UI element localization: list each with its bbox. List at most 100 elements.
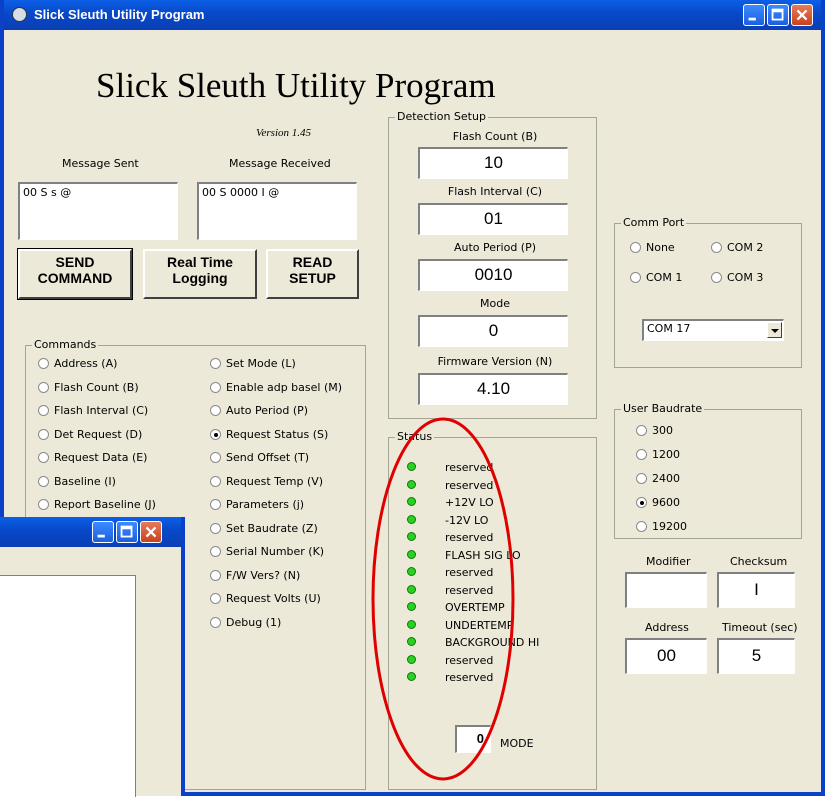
radio-icon[interactable] — [210, 475, 221, 487]
chevron-down-icon[interactable] — [767, 322, 782, 338]
command-radio-left-0[interactable]: Address (A) — [38, 357, 117, 373]
auto-period-field[interactable]: 0010 — [418, 259, 568, 291]
radio-icon[interactable] — [210, 358, 221, 369]
command-radio-right-10-label: Request Volts (U) — [226, 592, 321, 605]
radio-icon[interactable] — [38, 428, 49, 440]
radio-icon[interactable] — [210, 546, 221, 557]
radio-icon[interactable] — [711, 242, 722, 253]
window-title: Slick Sleuth Utility Program — [34, 7, 205, 22]
command-radio-right-8[interactable]: Serial Number (K) — [210, 545, 324, 561]
comm-port-select[interactable]: COM 17 — [642, 319, 784, 341]
secondary-minimize-button[interactable] — [92, 521, 114, 543]
timeout-field[interactable]: 5 — [717, 638, 795, 674]
radio-icon[interactable] — [210, 428, 221, 440]
comm-port-radio-2[interactable]: COM 1 — [630, 271, 682, 287]
flash-interval-field[interactable]: 01 — [418, 203, 568, 235]
command-radio-left-4-label: Request Data (E) — [54, 451, 148, 464]
radio-icon[interactable] — [38, 499, 49, 510]
radio-icon[interactable] — [210, 381, 221, 393]
baudrate-radio-2[interactable]: 2400 — [636, 472, 680, 488]
real-time-logging-button[interactable]: Real Time Logging — [143, 249, 257, 299]
radio-icon[interactable] — [636, 497, 647, 508]
radio-icon[interactable] — [38, 475, 49, 487]
message-sent-field[interactable]: 00 S s @ — [18, 182, 178, 240]
command-radio-right-1-label: Enable adp basel (M) — [226, 380, 343, 394]
secondary-maximize-button[interactable] — [116, 521, 138, 543]
command-radio-right-8-label: Serial Number (K) — [226, 545, 325, 558]
command-radio-left-5[interactable]: Baseline (I) — [38, 475, 116, 491]
radio-icon[interactable] — [636, 449, 647, 460]
radio-icon[interactable] — [38, 452, 49, 463]
maximize-button[interactable] — [767, 4, 789, 26]
command-radio-right-6[interactable]: Parameters (j) — [210, 498, 304, 514]
mode-field[interactable]: 0 — [418, 315, 568, 347]
radio-icon[interactable] — [210, 569, 221, 581]
radio-icon[interactable] — [630, 272, 641, 283]
comm-port-radio-3[interactable]: COM 3 — [711, 271, 763, 287]
radio-icon[interactable] — [38, 358, 49, 369]
radio-icon[interactable] — [210, 452, 221, 463]
command-radio-left-3-label: Det Request (D) — [54, 427, 143, 441]
command-radio-right-4[interactable]: Send Offset (T) — [210, 451, 309, 467]
command-radio-right-7-label: Set Baudrate (Z) — [226, 521, 318, 535]
command-radio-right-11[interactable]: Debug (1) — [210, 616, 281, 632]
command-radio-left-3[interactable]: Det Request (D) — [38, 428, 142, 444]
close-button[interactable] — [791, 4, 813, 26]
radio-icon[interactable] — [636, 473, 647, 484]
radio-icon[interactable] — [210, 405, 221, 416]
address-field[interactable]: 00 — [625, 638, 707, 674]
secondary-close-button[interactable] — [140, 521, 162, 543]
command-radio-right-3[interactable]: Request Status (S) — [210, 428, 328, 444]
baudrate-radio-4[interactable]: 19200 — [636, 520, 687, 536]
command-radio-left-2-label: Flash Interval (C) — [54, 404, 149, 417]
command-radio-right-2[interactable]: Auto Period (P) — [210, 404, 308, 420]
radio-icon[interactable] — [38, 405, 49, 416]
command-radio-right-10[interactable]: Request Volts (U) — [210, 592, 321, 608]
radio-icon[interactable] — [636, 425, 647, 436]
comm-port-radio-0[interactable]: None — [630, 241, 675, 257]
message-received-field[interactable]: 00 S 0000 I @ — [197, 182, 357, 240]
checksum-field[interactable]: I — [717, 572, 795, 608]
radio-icon[interactable] — [38, 381, 49, 393]
version-label: Version 1.45 — [256, 127, 311, 139]
radio-icon[interactable] — [711, 272, 722, 283]
send-command-button[interactable]: SEND COMMAND — [17, 248, 133, 300]
command-radio-right-9-label: F/W Vers? (N) — [226, 568, 301, 582]
modifier-field[interactable] — [625, 572, 707, 608]
command-radio-left-0-label: Address (A) — [54, 357, 118, 370]
baudrate-radio-1-label: 1200 — [652, 448, 680, 461]
command-radio-right-1[interactable]: Enable adp basel (M) — [210, 381, 342, 397]
flash-count-field[interactable]: 10 — [418, 147, 568, 179]
title-bar[interactable]: Slick Sleuth Utility Program — [4, 0, 821, 30]
radio-icon[interactable] — [210, 593, 221, 604]
baudrate-radio-0-label: 300 — [652, 424, 673, 437]
command-radio-left-6[interactable]: Report Baseline (J) — [38, 498, 156, 514]
firmware-version-field[interactable]: 4.10 — [418, 373, 568, 405]
command-radio-right-5[interactable]: Request Temp (V) — [210, 475, 323, 491]
command-radio-right-9[interactable]: F/W Vers? (N) — [210, 569, 300, 585]
radio-icon[interactable] — [210, 522, 221, 534]
secondary-title-bar[interactable] — [0, 517, 181, 547]
baudrate-radio-0[interactable]: 300 — [636, 424, 673, 440]
command-radio-right-0[interactable]: Set Mode (L) — [210, 357, 296, 373]
comm-port-select-value: COM 17 — [647, 322, 691, 335]
radio-icon[interactable] — [210, 499, 221, 510]
auto-period-label: Auto Period (P) — [453, 241, 537, 254]
baudrate-radio-1[interactable]: 1200 — [636, 448, 680, 464]
radio-icon[interactable] — [630, 242, 641, 253]
message-received-label: Message Received — [229, 157, 331, 170]
radio-icon[interactable] — [636, 521, 647, 532]
command-radio-left-6-label: Report Baseline (J) — [54, 498, 156, 511]
command-radio-left-4[interactable]: Request Data (E) — [38, 451, 147, 467]
radio-icon[interactable] — [210, 616, 221, 628]
secondary-window[interactable] — [0, 517, 185, 797]
baudrate-radio-3[interactable]: 9600 — [636, 496, 680, 512]
minimize-button[interactable] — [743, 4, 765, 26]
secondary-client-area[interactable] — [0, 575, 136, 797]
read-setup-button[interactable]: READ SETUP — [266, 249, 359, 299]
command-radio-right-7[interactable]: Set Baudrate (Z) — [210, 522, 318, 538]
comm-port-radio-3-label: COM 3 — [727, 271, 764, 284]
comm-port-radio-1[interactable]: COM 2 — [711, 241, 763, 257]
command-radio-left-2[interactable]: Flash Interval (C) — [38, 404, 148, 420]
command-radio-left-1[interactable]: Flash Count (B) — [38, 381, 139, 397]
